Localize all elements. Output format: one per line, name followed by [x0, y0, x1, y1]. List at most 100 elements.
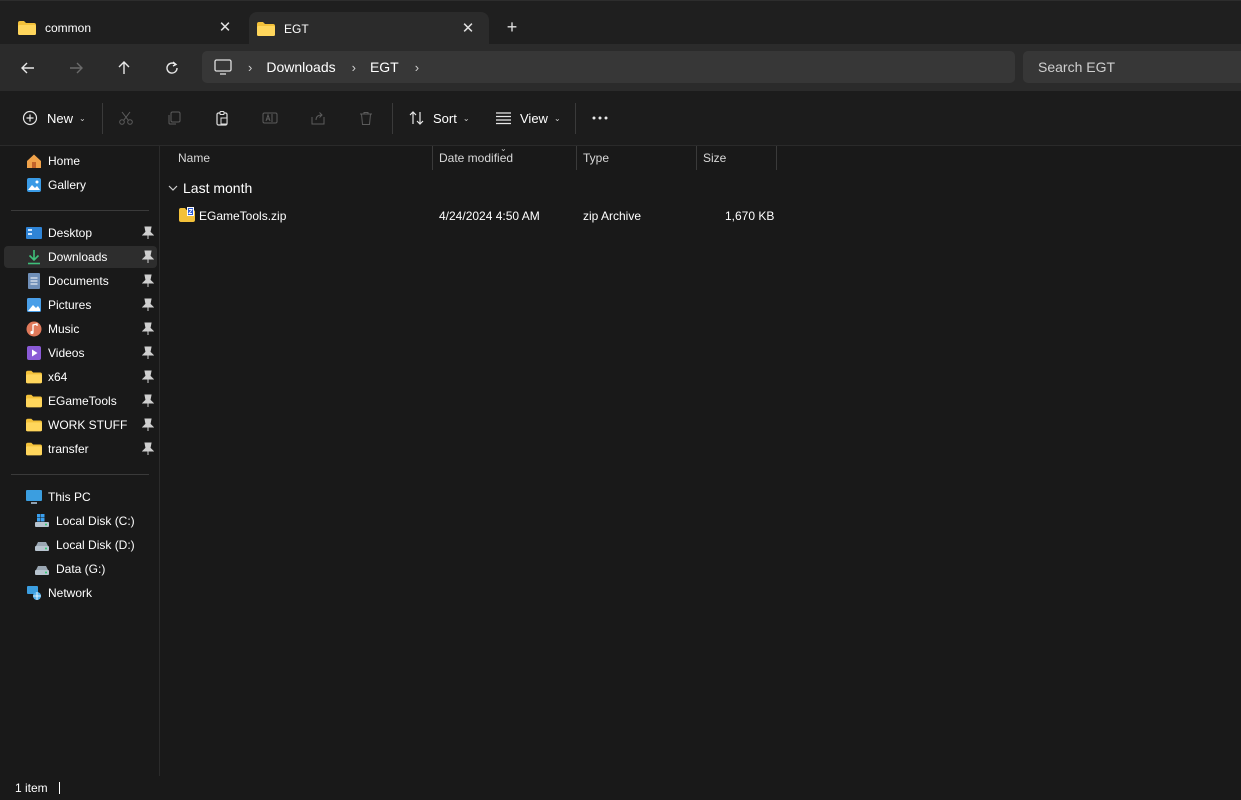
column-divider[interactable]: [696, 146, 697, 170]
clipboard-icon: [216, 111, 228, 126]
chevron-down-icon: ⌄: [553, 113, 561, 123]
nav-item-local-disk-c[interactable]: Local Disk (C:): [4, 510, 157, 532]
rename-button[interactable]: [260, 108, 280, 128]
nav-item-local-disk-d[interactable]: Local Disk (D:): [4, 534, 157, 556]
table-row[interactable]: EGameTools.zip 4/24/2024 4:50 AM zip Arc…: [161, 205, 781, 227]
gallery-icon: [26, 177, 42, 193]
status-divider: [58, 782, 60, 794]
videos-icon: [26, 345, 42, 361]
delete-button[interactable]: [356, 108, 376, 128]
command-bar: New ⌄ Sort ⌄ View ⌄: [0, 91, 1241, 146]
nav-item-label: Local Disk (C:): [56, 514, 135, 528]
pin-icon: [142, 298, 154, 311]
nav-item-music[interactable]: Music: [4, 318, 157, 340]
paste-button[interactable]: [212, 108, 232, 128]
sort-button[interactable]: Sort ⌄: [409, 106, 470, 130]
toolbar-divider: [575, 103, 576, 134]
new-tab-button[interactable]: +: [502, 17, 522, 37]
nav-item-desktop[interactable]: Desktop: [4, 222, 157, 244]
folder-icon: [26, 393, 42, 409]
forward-button[interactable]: [64, 56, 88, 80]
column-header-type[interactable]: Type: [583, 146, 609, 170]
column-divider[interactable]: [576, 146, 577, 170]
view-button[interactable]: View ⌄: [495, 106, 561, 130]
nav-item-documents[interactable]: Documents: [4, 270, 157, 292]
column-divider[interactable]: [432, 146, 433, 170]
network-icon: [26, 585, 42, 601]
nav-item-videos[interactable]: Videos: [4, 342, 157, 364]
group-header-last-month[interactable]: Last month: [167, 180, 252, 196]
nav-item-label: Pictures: [48, 298, 92, 312]
tab-common[interactable]: common ✕: [0, 11, 246, 45]
nav-item-label: This PC: [48, 490, 91, 504]
nav-item-gallery[interactable]: Gallery: [4, 174, 157, 196]
new-button[interactable]: New ⌄: [22, 106, 86, 130]
share-button[interactable]: [308, 108, 328, 128]
windows-drive-icon: [34, 513, 50, 529]
folder-icon: [257, 21, 275, 36]
file-name: EGameTools.zip: [199, 209, 287, 223]
tab-egt[interactable]: EGT ✕: [249, 12, 489, 45]
arrow-right-icon: [70, 62, 83, 74]
arrow-up-icon: [118, 61, 130, 74]
pictures-icon: [26, 297, 42, 313]
copy-icon: [168, 111, 181, 125]
up-button[interactable]: [112, 56, 136, 80]
breadcrumb-downloads[interactable]: Downloads: [266, 59, 335, 75]
new-button-label: New: [47, 110, 74, 126]
breadcrumb-separator[interactable]: ›: [415, 60, 419, 75]
back-button[interactable]: [16, 56, 40, 80]
nav-item-this-pc[interactable]: This PC: [4, 486, 157, 508]
refresh-button[interactable]: [160, 56, 184, 80]
chevron-down-icon: ⌄: [79, 113, 86, 123]
cut-button[interactable]: [116, 108, 136, 128]
pin-icon: [142, 250, 154, 263]
more-icon: [592, 116, 608, 120]
address-row: › Downloads › EGT › Search EGT: [0, 44, 1241, 91]
chevron-down-icon: ⌄: [462, 113, 470, 123]
nav-item-downloads[interactable]: Downloads: [4, 246, 157, 268]
search-input[interactable]: Search EGT: [1023, 51, 1241, 83]
view-button-label: View: [520, 110, 548, 126]
nav-item-x64[interactable]: x64: [4, 366, 157, 388]
arrow-left-icon: [21, 62, 34, 74]
refresh-icon: [166, 61, 178, 74]
breadcrumb-separator: ›: [248, 59, 253, 75]
file-size: 1,670 KB: [725, 209, 775, 223]
nav-item-home[interactable]: Home: [4, 150, 157, 172]
nav-item-egametools[interactable]: EGameTools: [4, 390, 157, 412]
close-icon[interactable]: ✕: [459, 19, 477, 37]
scissors-icon: [119, 111, 133, 125]
tab-label: EGT: [284, 21, 309, 36]
folder-icon: [26, 417, 42, 433]
nav-item-transfer[interactable]: transfer: [4, 438, 157, 460]
column-header-date-modified[interactable]: Date modified: [439, 146, 513, 170]
nav-item-label: x64: [48, 370, 68, 384]
nav-item-data-g[interactable]: Data (G:): [4, 558, 157, 580]
more-options-button[interactable]: [590, 108, 610, 128]
nav-item-pictures[interactable]: Pictures: [4, 294, 157, 316]
share-icon: [311, 112, 325, 125]
nav-item-label: WORK STUFF: [48, 418, 128, 432]
nav-item-work-stuff[interactable]: WORK STUFF: [4, 414, 157, 436]
address-bar[interactable]: › Downloads › EGT ›: [202, 51, 1015, 83]
this-pc-icon: [26, 489, 42, 505]
column-header-size[interactable]: Size: [703, 146, 726, 170]
nav-item-network[interactable]: Network: [4, 582, 157, 604]
chevron-down-icon: [168, 185, 178, 191]
pin-icon: [142, 346, 154, 359]
pin-icon: [142, 370, 154, 383]
view-list-icon: [496, 112, 511, 125]
trash-icon: [360, 112, 372, 125]
close-icon[interactable]: ✕: [216, 18, 234, 36]
drive-icon: [34, 537, 50, 553]
rename-icon: [262, 112, 278, 124]
copy-button[interactable]: [164, 108, 184, 128]
breadcrumb-egt[interactable]: EGT: [370, 59, 399, 75]
column-divider[interactable]: [776, 146, 777, 170]
column-header-name[interactable]: Name: [178, 146, 210, 170]
status-bar: 1 item: [0, 776, 1241, 800]
home-icon: [26, 153, 42, 169]
nav-divider: [11, 210, 149, 211]
toolbar-divider: [392, 103, 393, 134]
